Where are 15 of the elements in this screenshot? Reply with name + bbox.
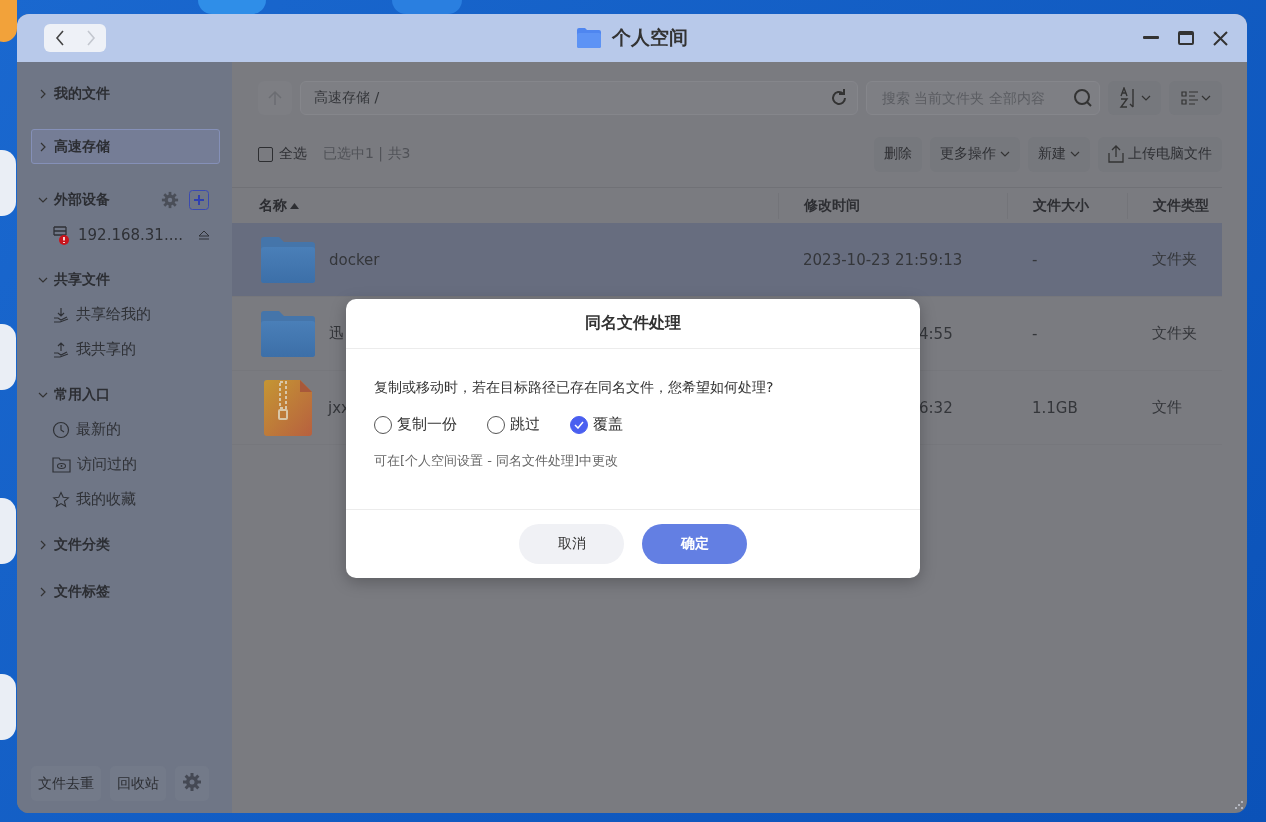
dialog-hint: 可在[个人空间设置 - 同名文件处理]中更改	[374, 452, 620, 470]
dialog-title: 同名文件处理	[585, 313, 681, 334]
file-size: 1.1GB	[1031, 398, 1079, 417]
modified-time: 4:55	[918, 324, 954, 343]
file-type: 文件夹	[1151, 324, 1198, 343]
modified-time: 6:32	[918, 398, 954, 417]
file-size: -	[1031, 250, 1039, 269]
file-type: 文件夹	[1151, 250, 1198, 269]
modified-time: 2023-10-23 21:59:13	[802, 250, 964, 269]
file-name: 迅	[329, 324, 344, 343]
file-type: 文件	[1151, 398, 1183, 417]
file-name: docker	[329, 250, 380, 269]
window-title: 个人空间	[612, 25, 688, 50]
file-size: -	[1031, 324, 1039, 343]
dialog-message: 复制或移动时，若在目标路径已存在同名文件，您希望如何处理?	[374, 379, 775, 397]
